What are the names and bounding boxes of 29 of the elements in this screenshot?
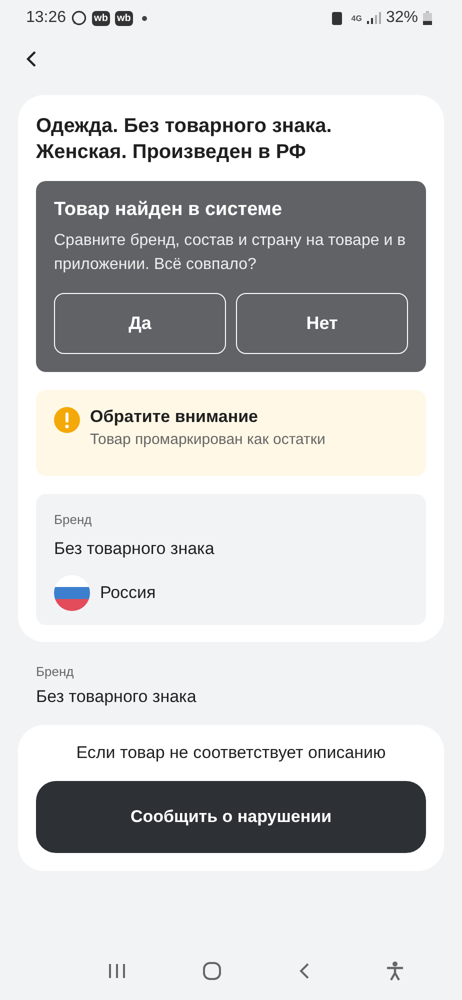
brand-label: Бренд <box>54 512 93 527</box>
brand-value: Без товарного знака <box>54 539 216 559</box>
battery-level: 32% <box>386 9 418 27</box>
notice-text: Товар промаркирован как остатки <box>90 431 326 448</box>
panel-title: Товар найден в системе <box>54 199 284 221</box>
answer-button[interactable]: Да <box>54 293 226 354</box>
back-icon[interactable] <box>298 962 310 980</box>
answer-button[interactable]: Нет <box>236 293 408 354</box>
network-label: 4G <box>351 14 362 22</box>
country-name: Россия <box>100 583 156 603</box>
notice-title: Обратите внимание <box>90 407 259 427</box>
report-text: Если товар не соответствует описанию <box>76 743 386 763</box>
status-time: 13:26 <box>26 9 66 27</box>
dot-icon <box>142 16 147 20</box>
app-badge: wb <box>92 10 110 26</box>
recents-icon[interactable] <box>108 963 126 979</box>
brand-label: Бренд <box>36 664 75 679</box>
battery-icon <box>423 11 432 25</box>
app-badge: wb <box>114 10 133 26</box>
accessibility-icon[interactable] <box>386 961 404 981</box>
warning-icon <box>54 407 80 433</box>
chevron-icon <box>24 49 38 69</box>
product-title: Одежда. Без товарного знака. Женская. Произведен в РФ <box>36 114 333 165</box>
report-button[interactable]: Сообщить о нарушении <box>36 781 426 853</box>
flag-icon <box>54 575 90 611</box>
signal-icon <box>366 12 381 24</box>
home-icon[interactable] <box>202 961 222 981</box>
panel-text: Сравните бренд, состав и страну на товаре и в приложении. Всё совпало? <box>54 231 407 275</box>
brand-value: Без товарного знака <box>36 687 198 707</box>
